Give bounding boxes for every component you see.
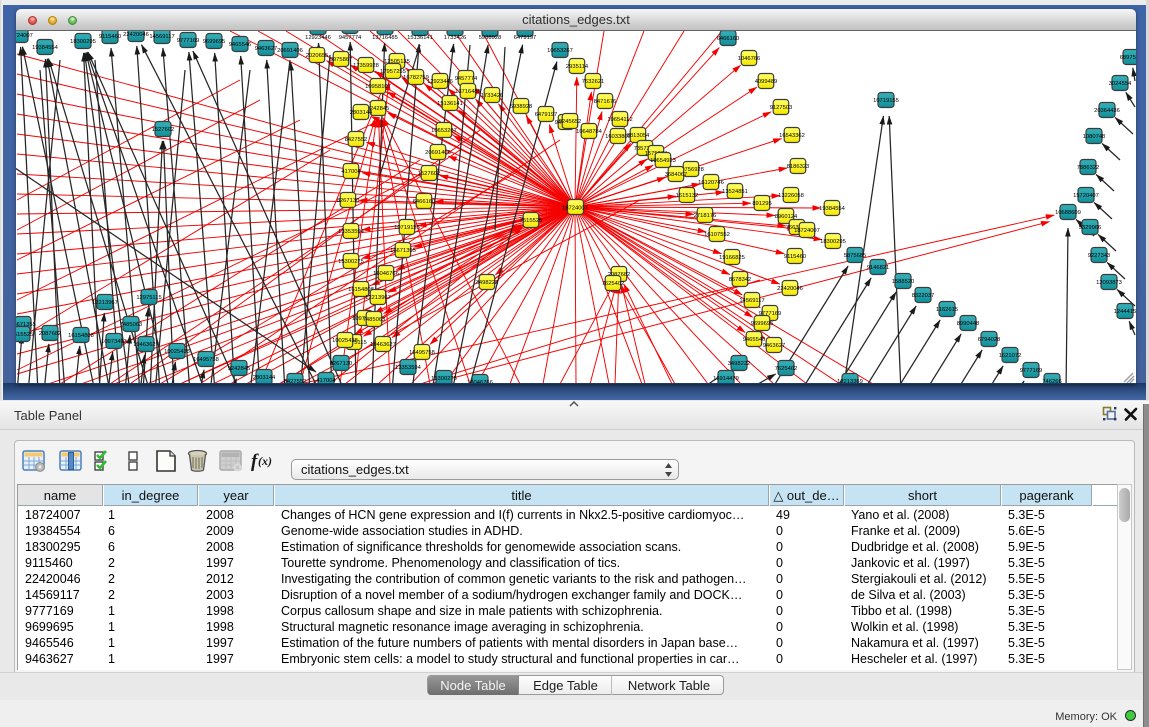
svg-text:(x): (x)	[258, 454, 272, 468]
